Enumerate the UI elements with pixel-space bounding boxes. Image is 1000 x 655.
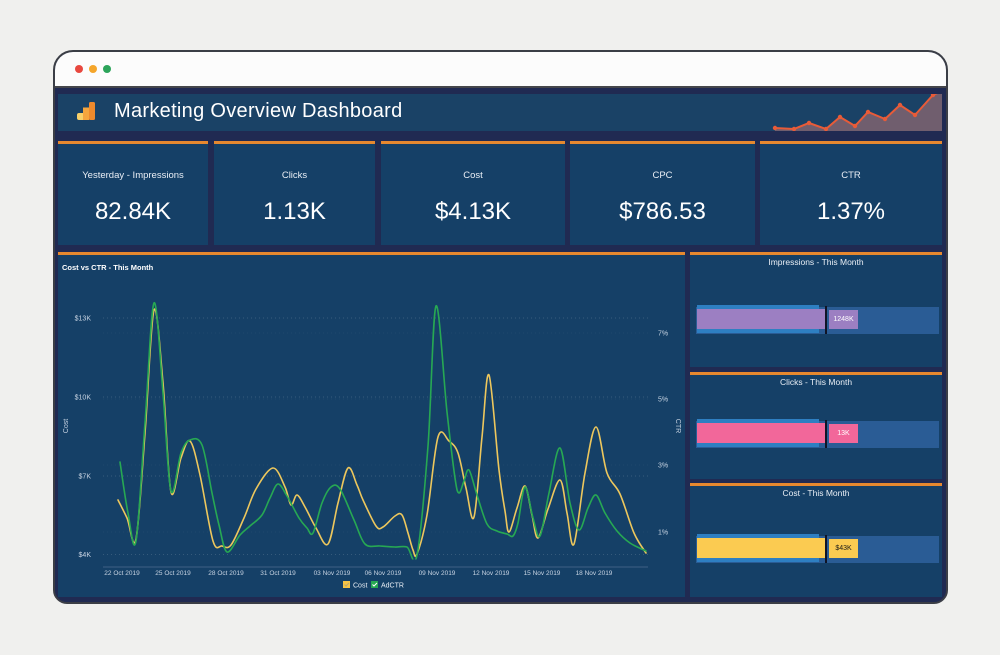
svg-text:AdCTR: AdCTR xyxy=(381,583,404,590)
svg-text:06 Nov 2019: 06 Nov 2019 xyxy=(365,570,402,577)
svg-text:5%: 5% xyxy=(658,397,668,404)
svg-text:$4K: $4K xyxy=(79,552,92,559)
svg-text:7%: 7% xyxy=(658,331,668,338)
svg-text:31 Oct 2019: 31 Oct 2019 xyxy=(260,570,296,577)
svg-text:CTR: CTR xyxy=(674,419,681,433)
svg-text:1%: 1% xyxy=(658,530,668,537)
svg-text:$13K: $13K xyxy=(75,316,92,323)
svg-text:28 Oct 2019: 28 Oct 2019 xyxy=(208,570,244,577)
svg-text:25 Oct 2019: 25 Oct 2019 xyxy=(155,570,191,577)
svg-text:$7K: $7K xyxy=(79,474,92,481)
svg-text:18 Nov 2019: 18 Nov 2019 xyxy=(576,570,613,577)
svg-text:Cost: Cost xyxy=(63,419,70,433)
svg-text:15 Nov 2019: 15 Nov 2019 xyxy=(524,570,561,577)
svg-text:09 Nov 2019: 09 Nov 2019 xyxy=(419,570,456,577)
svg-text:Cost: Cost xyxy=(353,583,367,590)
svg-text:03 Nov 2019: 03 Nov 2019 xyxy=(314,570,351,577)
svg-text:3%: 3% xyxy=(658,463,668,470)
svg-text:$10K: $10K xyxy=(75,395,92,402)
svg-text:22 Oct 2019: 22 Oct 2019 xyxy=(104,570,140,577)
svg-text:12 Nov 2019: 12 Nov 2019 xyxy=(473,570,510,577)
